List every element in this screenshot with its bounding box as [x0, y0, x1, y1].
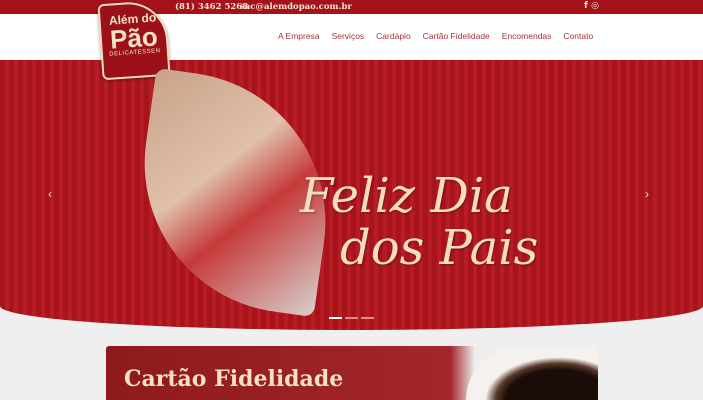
nav-a-empresa[interactable]: A Empresa	[278, 31, 320, 41]
phone-number: (81) 3462 5268	[175, 2, 249, 12]
next-slide-icon[interactable]: ›	[645, 187, 649, 201]
coffee-cup-image	[466, 346, 598, 400]
loyalty-card-banner[interactable]: Cartão Fidelidade	[106, 346, 598, 400]
facebook-icon[interactable]: f	[584, 1, 588, 11]
card-title: Cartão Fidelidade	[124, 366, 344, 392]
slide-dot-3[interactable]	[361, 317, 374, 319]
main-nav: A Empresa Serviços Cardápio Cartão Fidel…	[278, 31, 593, 41]
logo[interactable]: Além do Pão DELICATESSEN	[97, 0, 171, 81]
headline-line2: dos Pais	[340, 220, 539, 276]
slide-dot-1[interactable]	[329, 317, 342, 319]
nav-cartao-fidelidade[interactable]: Cartão Fidelidade	[423, 31, 490, 41]
nav-contato[interactable]: Contato	[563, 31, 593, 41]
nav-cardapio[interactable]: Cardápio	[376, 31, 411, 41]
hero-headline: Feliz Dia dos Pais	[300, 170, 538, 274]
slider-dots	[329, 317, 374, 319]
headline-line1: Feliz Dia	[300, 168, 513, 224]
nav-servicos[interactable]: Serviços	[332, 31, 365, 41]
slide-dot-2[interactable]	[345, 317, 358, 319]
nav-encomendas[interactable]: Encomendas	[502, 31, 552, 41]
instagram-icon[interactable]: ◎	[591, 1, 599, 11]
email-link[interactable]: sac@alemdopao.com.br	[240, 2, 352, 12]
prev-slide-icon[interactable]: ‹	[48, 187, 52, 201]
